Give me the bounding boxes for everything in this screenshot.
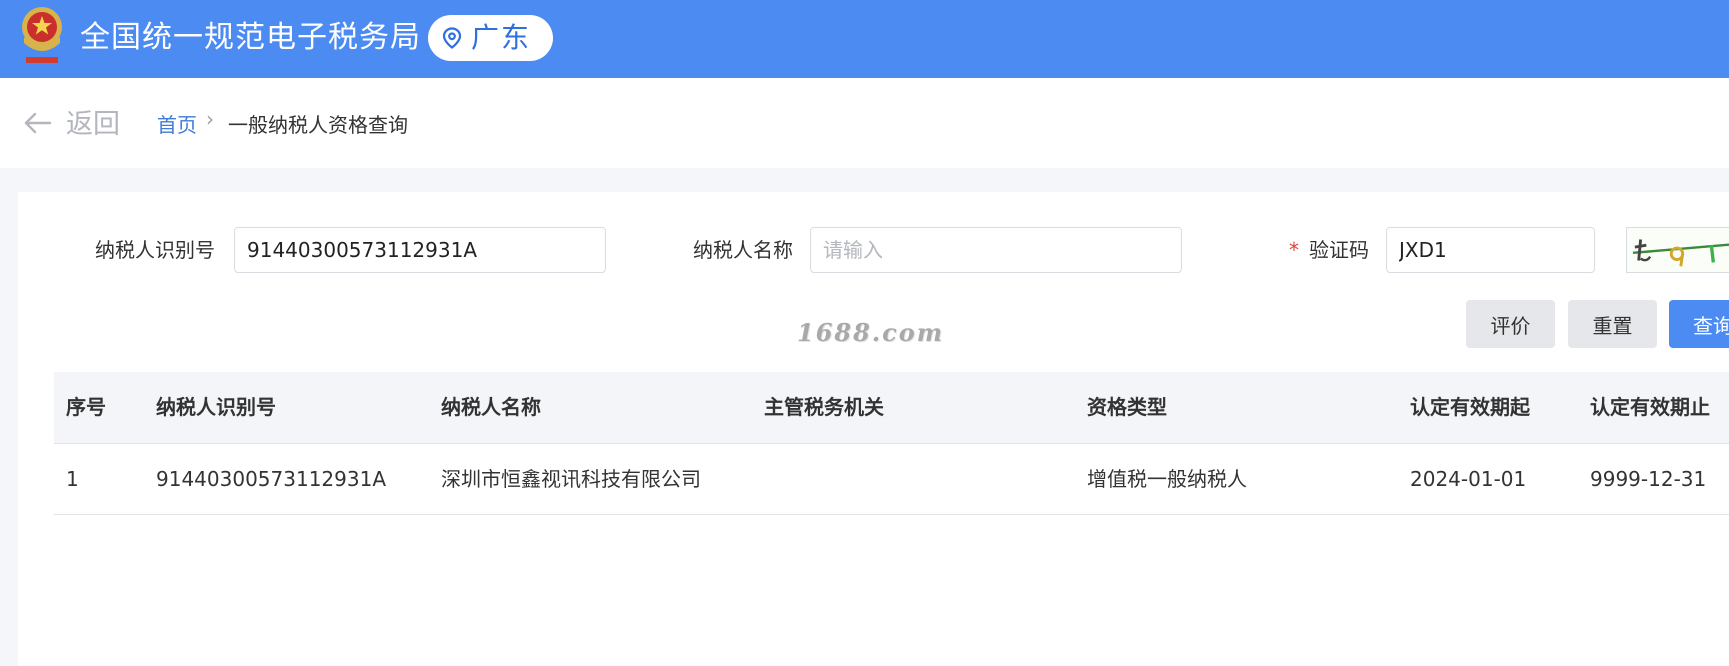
results-table: 序号 纳税人识别号 纳税人名称 主管税务机关 资格类型 认定有效期起 认定有效期…	[54, 372, 1729, 515]
captcha-label-text: 验证码	[1309, 238, 1369, 262]
breadcrumb-current-page: 一般纳税人资格查询	[228, 113, 408, 137]
location-pin-icon	[442, 27, 462, 49]
column-header: 序号	[66, 395, 106, 419]
table-header-row: 序号 纳税人识别号 纳税人名称 主管税务机关 资格类型 认定有效期起 认定有效期…	[54, 372, 1729, 444]
back-button[interactable]: 返回	[66, 102, 120, 141]
captcha-image[interactable]	[1626, 227, 1729, 273]
table-cell-index: 1	[66, 467, 79, 491]
breadcrumb-bar: 返回 首页 › 一般纳税人资格查询	[0, 78, 1729, 168]
table-cell-taxpayer-name: 深圳市恒鑫视讯科技有限公司	[441, 467, 701, 491]
region-name: 广东	[471, 21, 532, 54]
column-header: 认定有效期止	[1590, 395, 1710, 419]
column-header: 纳税人识别号	[156, 395, 276, 419]
table-row[interactable]: 1 91440300573112931A 深圳市恒鑫视讯科技有限公司 增值税一般…	[54, 444, 1729, 515]
taxpayer-id-input[interactable]	[234, 227, 606, 273]
reset-button[interactable]: 重置	[1568, 300, 1657, 348]
region-selector[interactable]: 广东	[428, 15, 553, 61]
watermark-text: 1688.com	[797, 318, 945, 347]
column-header: 资格类型	[1087, 395, 1167, 419]
app-title: 全国统一规范电子税务局	[80, 20, 421, 55]
column-header: 主管税务机关	[764, 395, 884, 419]
evaluate-button[interactable]: 评价	[1466, 300, 1555, 348]
column-header: 认定有效期起	[1410, 395, 1530, 419]
table-cell-valid-from: 2024-01-01	[1410, 467, 1527, 491]
breadcrumb-separator: ›	[206, 107, 214, 131]
query-button[interactable]: 查询	[1669, 300, 1729, 348]
table-cell-taxpayer-id: 91440300573112931A	[156, 467, 386, 491]
table-cell-qualification-type: 增值税一般纳税人	[1087, 467, 1247, 491]
taxpayer-name-label: 纳税人名称	[693, 238, 793, 262]
required-mark: *	[1289, 238, 1299, 262]
captcha-input[interactable]	[1386, 227, 1595, 273]
taxpayer-id-label: 纳税人识别号	[95, 238, 215, 262]
breadcrumb-home-link[interactable]: 首页	[157, 109, 197, 138]
column-header: 纳税人名称	[441, 395, 541, 419]
table-cell-valid-to: 9999-12-31	[1590, 467, 1707, 491]
national-tax-emblem-icon	[22, 7, 62, 63]
arrow-left-icon[interactable]	[22, 111, 52, 135]
captcha-label: * 验证码	[1289, 236, 1369, 264]
taxpayer-name-input[interactable]	[810, 227, 1182, 273]
top-header-bar: 全国统一规范电子税务局 广东	[0, 0, 1729, 78]
